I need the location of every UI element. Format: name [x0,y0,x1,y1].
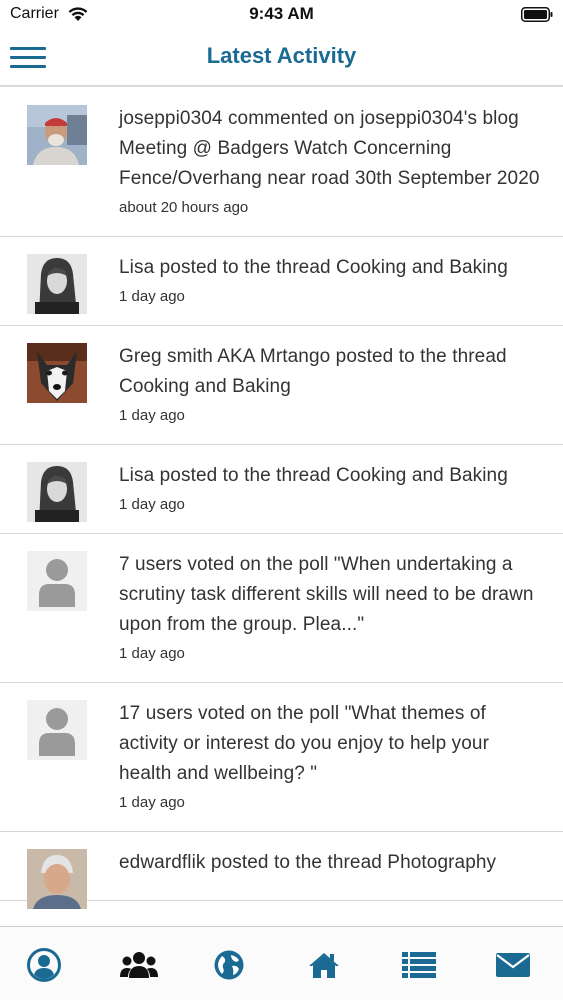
activity-text[interactable]: edwardflik posted to the thread Photogra… [119,848,543,878]
avatar[interactable] [27,700,87,760]
bottom-tab-bar [0,926,563,1000]
activity-time: 1 day ago [119,645,185,662]
activity-text[interactable]: 7 users voted on the poll "When undertak… [119,550,543,640]
avatar-photo-woman-bw [27,254,87,314]
tab-groups[interactable] [119,947,159,983]
activity-time: 1 day ago [119,288,185,305]
activity-item[interactable]: joseppi0304 commented on joseppi0304's b… [0,88,563,237]
avatar-photo-man-grey-hair [27,849,87,909]
activity-item[interactable]: edwardflik posted to the thread Photogra… [0,832,563,909]
default-avatar-icon [27,700,87,760]
activity-time: 1 day ago [119,496,185,513]
mail-icon [496,953,530,977]
tab-messages[interactable] [493,947,533,983]
navigation-bar: Latest Activity [0,30,563,87]
group-icon [120,952,158,978]
activity-text[interactable]: Lisa posted to the thread Cooking and Ba… [119,461,543,491]
activity-text[interactable]: 17 users voted on the poll "What themes … [119,699,543,789]
avatar[interactable] [27,254,87,314]
avatar[interactable] [27,551,87,611]
avatar[interactable] [27,849,87,909]
activity-text[interactable]: joseppi0304 commented on joseppi0304's b… [119,104,543,194]
activity-item[interactable]: Greg smith AKA Mrtango posted to the thr… [0,326,563,445]
list-icon [402,952,436,978]
home-icon [309,953,339,978]
tab-profile[interactable] [24,947,64,983]
avatar[interactable] [27,343,87,403]
avatar-photo-man-red-cap [27,105,87,165]
avatar[interactable] [27,105,87,165]
activity-item[interactable]: 7 users voted on the poll "When undertak… [0,534,563,683]
status-bar: Carrier 9:43 AM [0,0,563,30]
activity-time: 1 day ago [119,794,185,811]
tab-home[interactable] [304,947,344,983]
activity-item[interactable]: Lisa posted to the thread Cooking and Ba… [0,445,563,534]
tab-globe[interactable] [209,947,249,983]
activity-text[interactable]: Greg smith AKA Mrtango posted to the thr… [119,342,543,402]
default-avatar-icon [27,551,87,611]
battery-icon [521,7,553,22]
tab-list[interactable] [399,947,439,983]
profile-icon [27,948,61,982]
clock: 9:43 AM [249,4,314,23]
activity-time: 1 day ago [119,407,185,424]
activity-text[interactable]: Lisa posted to the thread Cooking and Ba… [119,253,543,283]
activity-time: about 20 hours ago [119,199,249,216]
avatar[interactable] [27,462,87,522]
avatar-photo-husky-dog [27,343,87,403]
activity-item[interactable]: 17 users voted on the poll "What themes … [0,683,563,832]
page-title: Latest Activity [206,43,357,68]
activity-item[interactable]: Lisa posted to the thread Cooking and Ba… [0,237,563,326]
activity-feed[interactable]: joseppi0304 commented on joseppi0304's b… [0,88,563,926]
avatar-photo-woman-bw [27,462,87,522]
globe-icon [214,950,244,980]
